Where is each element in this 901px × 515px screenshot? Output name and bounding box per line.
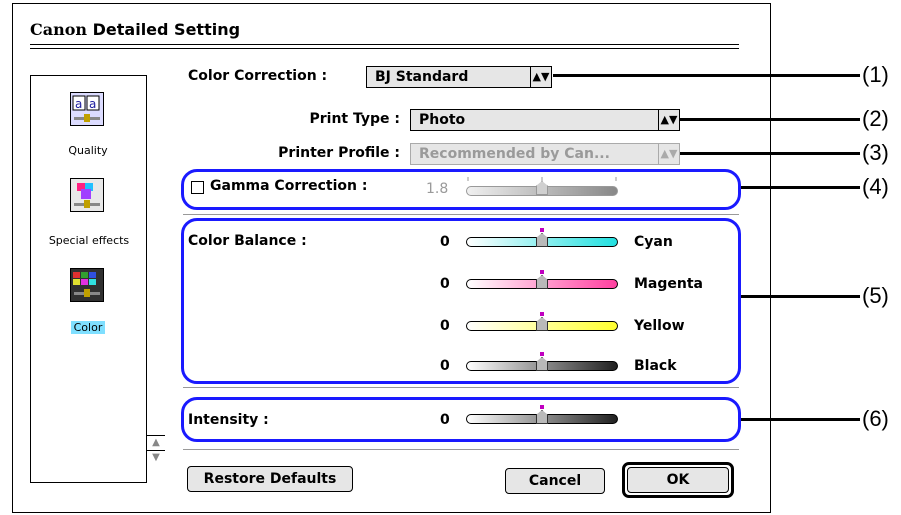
category-special-effects[interactable]: Special effects — [33, 178, 145, 248]
printer-profile-value: Recommended by Can... — [419, 146, 610, 162]
color-correction-label: Color Correction : — [188, 68, 328, 84]
print-type-label: Print Type : — [309, 111, 400, 127]
title-rule-top — [30, 44, 739, 45]
category-color[interactable]: Color — [33, 268, 143, 340]
updown-arrow-icon: ▲▼ — [658, 144, 679, 164]
callout-box-4 — [181, 169, 741, 210]
color-icon — [70, 268, 104, 302]
scroll-up-icon[interactable]: ▲ — [147, 435, 165, 450]
color-correction-dropdown[interactable]: BJ Standard ▲▼ — [366, 66, 552, 88]
callout-line-3 — [680, 152, 860, 155]
printer-profile-label: Printer Profile : — [278, 145, 400, 161]
category-color-label: Color — [71, 321, 105, 334]
category-quality[interactable]: a a Quality — [33, 92, 143, 162]
printer-profile-dropdown[interactable]: Recommended by Can... ▲▼ — [410, 143, 680, 165]
divider-gamma — [183, 214, 739, 215]
scroll-down-icon[interactable]: ▼ — [147, 450, 165, 465]
callout-1: (1) — [862, 62, 889, 87]
category-special-effects-label: Special effects — [48, 234, 130, 247]
callout-box-5 — [181, 218, 741, 384]
svg-text:a: a — [89, 97, 96, 111]
color-correction-value: BJ Standard — [375, 69, 469, 85]
dialog-title-text: Detailed Setting — [92, 20, 241, 39]
category-quality-label: Quality — [68, 144, 108, 157]
ok-button[interactable]: OK — [627, 467, 729, 493]
svg-text:a: a — [75, 97, 82, 111]
updown-arrow-icon: ▲▼ — [530, 67, 551, 87]
special-effects-icon — [70, 178, 104, 212]
callout-3: (3) — [862, 140, 889, 165]
category-scrollbar[interactable]: ▲ ▼ — [146, 75, 166, 483]
callout-5: (5) — [862, 283, 889, 308]
updown-arrow-icon: ▲▼ — [658, 110, 679, 130]
restore-defaults-button[interactable]: Restore Defaults — [187, 466, 353, 492]
callout-line-4 — [741, 186, 860, 189]
callout-box-6 — [181, 397, 741, 442]
quality-icon: a a — [70, 92, 104, 126]
callout-2: (2) — [862, 106, 889, 131]
callout-4: (4) — [862, 174, 889, 199]
divider-balance — [183, 387, 739, 388]
divider-buttons — [183, 449, 739, 450]
print-type-value: Photo — [419, 112, 466, 128]
callout-line-5 — [741, 295, 860, 298]
callout-line-2 — [680, 118, 860, 121]
callout-line-1 — [553, 74, 860, 77]
cancel-button[interactable]: Cancel — [505, 468, 605, 494]
callout-line-6 — [741, 418, 860, 421]
dialog-title: Canon Detailed Setting — [30, 20, 240, 39]
callout-6: (6) — [862, 406, 889, 431]
print-type-dropdown[interactable]: Photo ▲▼ — [410, 109, 680, 131]
title-rule-bottom — [30, 48, 739, 49]
canon-logo: Canon — [30, 20, 88, 39]
